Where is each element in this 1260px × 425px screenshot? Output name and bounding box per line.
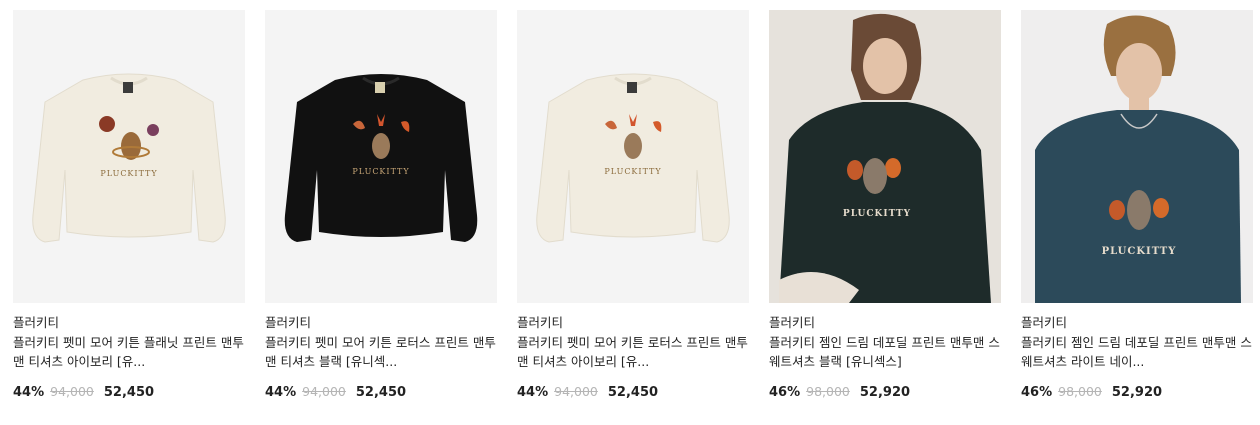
original-price: 94,000 (302, 384, 346, 399)
sale-price: 52,450 (103, 385, 155, 400)
product-image[interactable]: PLUCKITTY (1021, 10, 1253, 303)
product-card[interactable]: PLUCKITTY 플러키티 플러키티 펫미 모어 키튼 로터스 프린트 맨투맨… (265, 10, 497, 402)
discount-rate: 44% (517, 385, 549, 400)
product-title[interactable]: 플러키티 펫미 모어 키튼 플래닛 프린트 맨투맨 티셔츠 아이보리 [유... (13, 333, 245, 371)
print-text: PLUCKITTY (100, 169, 157, 178)
original-price: 94,000 (554, 384, 598, 399)
print-text: PLUCKITTY (604, 167, 661, 176)
product-card[interactable]: PLUCKITTY 플러키티 플러키티 펫미 모어 키튼 로터스 프린트 맨투맨… (517, 10, 749, 402)
product-brand[interactable]: 플러키티 (769, 315, 1001, 331)
discount-rate: 46% (769, 385, 801, 400)
product-brand[interactable]: 플러키티 (265, 315, 497, 331)
sweatshirt-ivory-image: PLUCKITTY (32, 73, 226, 243)
print-text: PLUCKITTY (352, 167, 409, 176)
product-title[interactable]: 플러키티 펫미 모어 키튼 로터스 프린트 맨투맨 티셔츠 블랙 [유니섹... (265, 333, 497, 371)
product-grid: PLUCKITTY 플러키티 플러키티 펫미 모어 키튼 플래닛 프린트 맨투맨… (0, 0, 1260, 425)
sale-price: 52,920 (1111, 385, 1163, 400)
price-row: 44% 94,000 52,450 (517, 383, 749, 402)
product-title[interactable]: 플러키티 젬인 드림 데포딜 프린트 맨투맨 스웨트셔츠 라이트 네이... (1021, 333, 1253, 371)
price-row: 46% 98,000 52,920 (1021, 383, 1253, 402)
product-brand[interactable]: 플러키티 (13, 315, 245, 331)
price-row: 44% 94,000 52,450 (13, 383, 245, 402)
discount-rate: 44% (265, 385, 297, 400)
price-row: 46% 98,000 52,920 (769, 383, 1001, 402)
product-title[interactable]: 플러키티 젬인 드림 데포딜 프린트 맨투맨 스웨트셔츠 블랙 [유니섹스] (769, 333, 1001, 371)
price-row: 44% 94,000 52,450 (265, 383, 497, 402)
product-card[interactable]: PLUCKITTY 플러키티 플러키티 젬인 드림 데포딜 프린트 맨투맨 스웨… (769, 10, 1001, 402)
model-photo-image: PLUCKITTY (769, 10, 1001, 303)
sale-price: 52,450 (355, 385, 407, 400)
product-image[interactable]: PLUCKITTY (13, 10, 245, 303)
sweatshirt-black-image: PLUCKITTY (284, 74, 478, 242)
original-price: 94,000 (50, 384, 94, 399)
sweatshirt-ivory-image: PLUCKITTY (536, 73, 730, 243)
product-brand[interactable]: 플러키티 (517, 315, 749, 331)
print-text: PLUCKITTY (1102, 246, 1177, 257)
original-price: 98,000 (1058, 384, 1102, 399)
print-text: PLUCKITTY (843, 209, 911, 219)
product-brand[interactable]: 플러키티 (1021, 315, 1253, 331)
product-image[interactable]: PLUCKITTY (769, 10, 1001, 303)
product-image[interactable]: PLUCKITTY (517, 10, 749, 303)
model-photo-image: PLUCKITTY (1021, 10, 1253, 303)
original-price: 98,000 (806, 384, 850, 399)
sale-price: 52,920 (859, 385, 911, 400)
discount-rate: 44% (13, 385, 45, 400)
product-title[interactable]: 플러키티 펫미 모어 키튼 로터스 프린트 맨투맨 티셔츠 아이보리 [유... (517, 333, 749, 371)
discount-rate: 46% (1021, 385, 1053, 400)
sale-price: 52,450 (607, 385, 659, 400)
product-card[interactable]: PLUCKITTY 플러키티 플러키티 펫미 모어 키튼 플래닛 프린트 맨투맨… (13, 10, 245, 402)
product-card[interactable]: PLUCKITTY 플러키티 플러키티 젬인 드림 데포딜 프린트 맨투맨 스웨… (1021, 10, 1253, 402)
product-image[interactable]: PLUCKITTY (265, 10, 497, 303)
